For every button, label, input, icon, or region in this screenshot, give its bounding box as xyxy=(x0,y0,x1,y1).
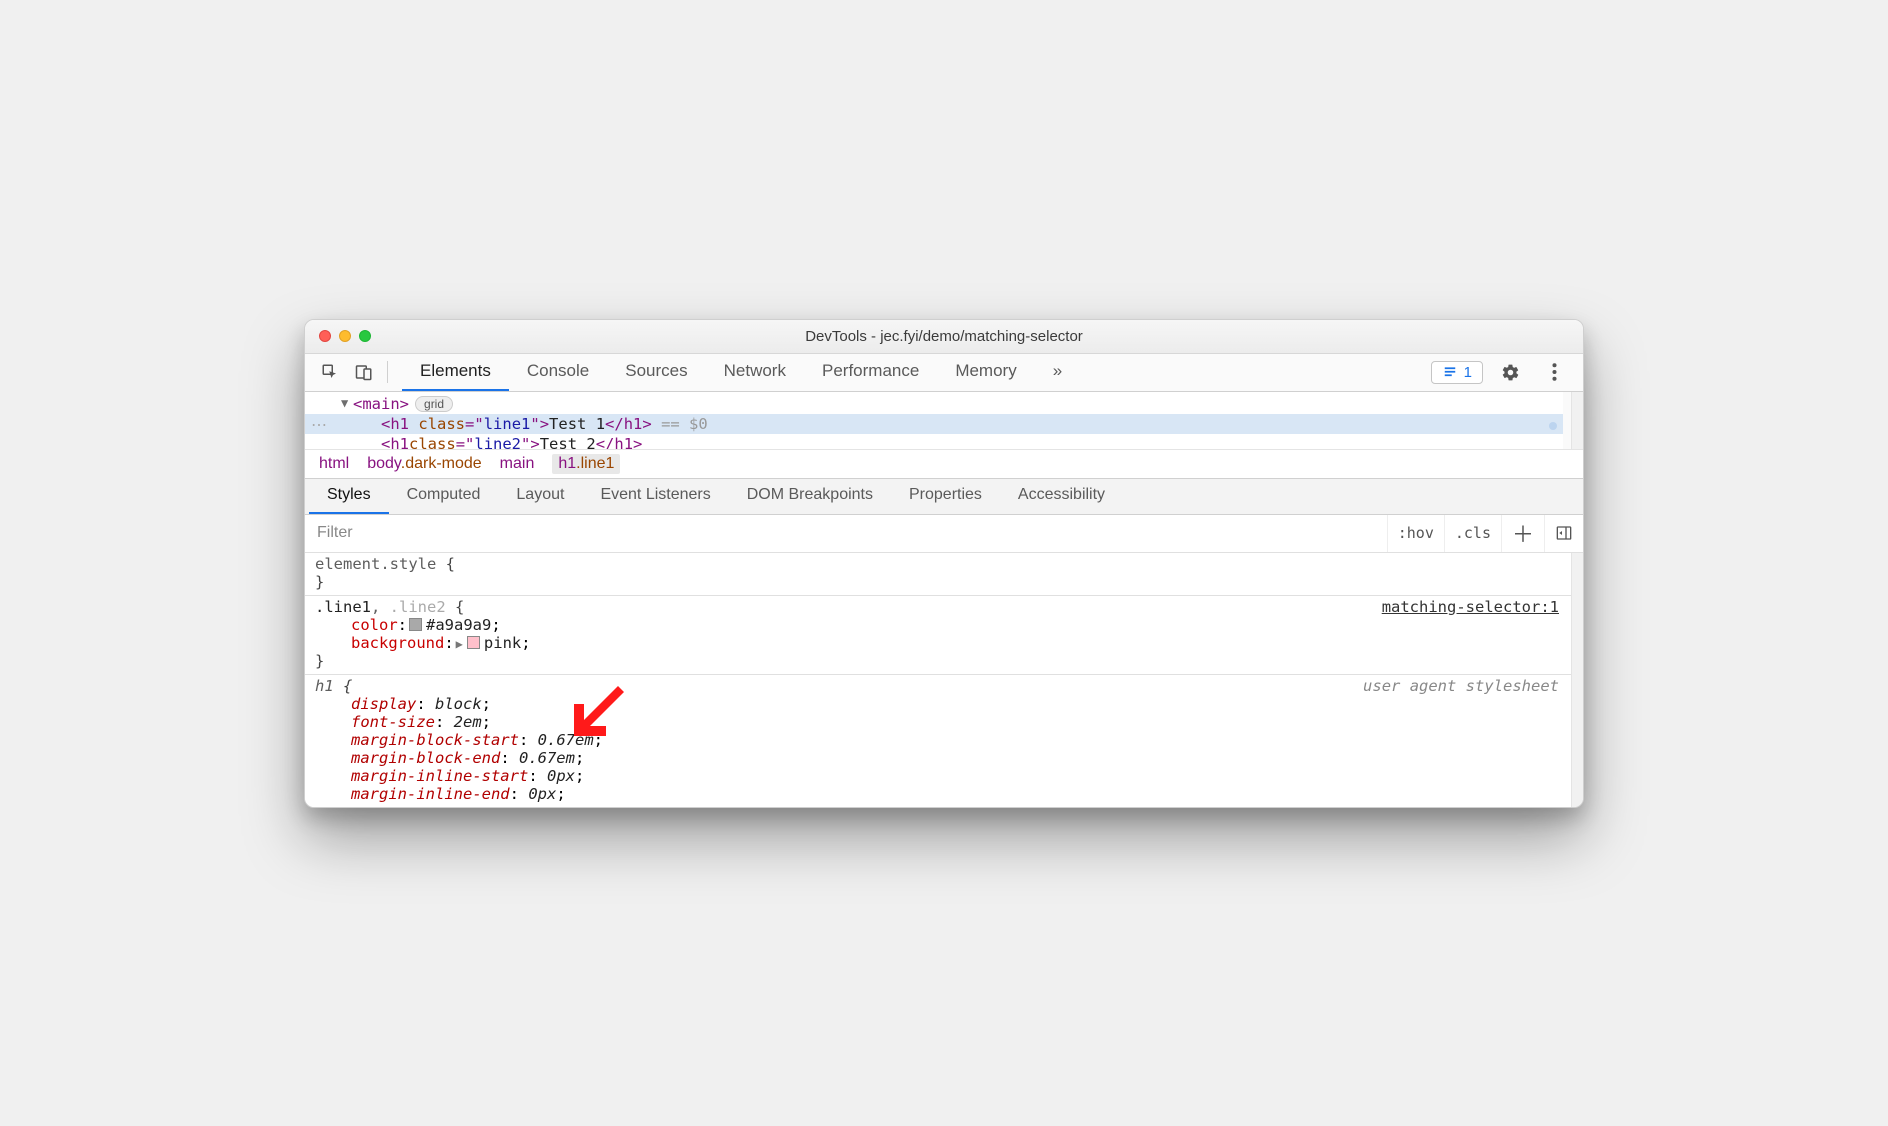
toggle-sidebar-icon[interactable] xyxy=(1544,515,1583,552)
scrollbar-track[interactable] xyxy=(1571,392,1583,449)
dom-node-selected[interactable]: ⋯ <h1 class="line1">Test 1</h1> == $0 xyxy=(305,414,1563,434)
declaration[interactable]: margin-inline-start: 0px; xyxy=(315,767,1561,785)
declaration[interactable]: display: block; xyxy=(315,695,1561,713)
sidebar-tabs: Styles Computed Layout Event Listeners D… xyxy=(305,479,1583,515)
source-link[interactable]: matching-selector:1 xyxy=(1382,598,1559,616)
tab-performance[interactable]: Performance xyxy=(804,354,937,391)
declaration-background[interactable]: background:▶pink; xyxy=(315,634,1561,652)
new-style-rule-icon[interactable]: ＋ xyxy=(1501,515,1544,552)
subtab-event-listeners[interactable]: Event Listeners xyxy=(582,479,728,514)
devtools-window: DevTools - jec.fyi/demo/matching-selecto… xyxy=(304,319,1584,808)
issues-count: 1 xyxy=(1464,364,1472,381)
selection-indicator-icon xyxy=(1549,422,1557,430)
subtab-layout[interactable]: Layout xyxy=(498,479,582,514)
issues-button[interactable]: 1 xyxy=(1431,361,1483,384)
subtab-styles[interactable]: Styles xyxy=(309,479,389,514)
breadcrumb-body[interactable]: body.dark-mode xyxy=(367,455,481,473)
dom-node-next[interactable]: <h1 class="line2">Test 2</h1> xyxy=(305,434,1563,449)
ua-stylesheet-label: user agent stylesheet xyxy=(1363,677,1559,695)
declaration[interactable]: margin-block-start: 0.67em; xyxy=(315,731,1561,749)
color-swatch-icon[interactable] xyxy=(409,618,422,631)
tab-memory[interactable]: Memory xyxy=(937,354,1034,391)
subtab-computed[interactable]: Computed xyxy=(389,479,499,514)
subtab-dom-breakpoints[interactable]: DOM Breakpoints xyxy=(729,479,891,514)
hov-toggle[interactable]: :hov xyxy=(1387,515,1444,552)
color-swatch-icon[interactable] xyxy=(467,636,480,649)
declaration[interactable]: margin-block-end: 0.67em; xyxy=(315,749,1561,767)
tab-network[interactable]: Network xyxy=(706,354,804,391)
declaration[interactable]: font-size: 2em; xyxy=(315,713,1561,731)
kebab-menu-icon[interactable] xyxy=(1539,357,1569,387)
grid-badge[interactable]: grid xyxy=(415,396,453,412)
rule-h1-ua[interactable]: user agent stylesheet h1 { display: bloc… xyxy=(305,675,1571,807)
declaration[interactable]: margin-inline-end: 0px; xyxy=(315,785,1561,803)
window-title: DevTools - jec.fyi/demo/matching-selecto… xyxy=(305,328,1583,345)
inspect-element-icon[interactable] xyxy=(315,357,345,387)
tab-sources[interactable]: Sources xyxy=(607,354,705,391)
device-toolbar-icon[interactable] xyxy=(349,357,379,387)
settings-icon[interactable] xyxy=(1495,357,1525,387)
gutter-ellipsis-icon[interactable]: ⋯ xyxy=(311,415,329,435)
scrollbar-track[interactable] xyxy=(1571,553,1583,807)
cls-toggle[interactable]: .cls xyxy=(1444,515,1501,552)
tab-elements[interactable]: Elements xyxy=(402,354,509,391)
tab-console[interactable]: Console xyxy=(509,354,607,391)
panel-tabs: Elements Console Sources Network Perform… xyxy=(402,354,1431,391)
main-toolbar: Elements Console Sources Network Perform… xyxy=(305,354,1583,392)
breadcrumb-main[interactable]: main xyxy=(500,455,535,473)
titlebar: DevTools - jec.fyi/demo/matching-selecto… xyxy=(305,320,1583,354)
subtab-accessibility[interactable]: Accessibility xyxy=(1000,479,1123,514)
expand-shorthand-icon[interactable]: ▶ xyxy=(456,637,463,651)
subtab-properties[interactable]: Properties xyxy=(891,479,1000,514)
rule-element-style[interactable]: element.style { } xyxy=(305,553,1571,596)
breadcrumb: html body.dark-mode main h1.line1 xyxy=(305,449,1583,479)
styles-pane: element.style { } matching-selector:1 .l… xyxy=(305,553,1571,807)
styles-filter-input[interactable] xyxy=(305,524,1387,542)
declaration-color[interactable]: color:#a9a9a9; xyxy=(315,616,1561,634)
breadcrumb-html[interactable]: html xyxy=(319,455,349,473)
tab-overflow[interactable]: » xyxy=(1035,354,1080,391)
rule-line12[interactable]: matching-selector:1 .line1, .line2 { col… xyxy=(305,596,1571,675)
dom-node-main[interactable]: ▼ <main> grid xyxy=(305,392,1563,414)
breadcrumb-h1[interactable]: h1.line1 xyxy=(552,454,620,474)
dom-tree[interactable]: ▼ <main> grid ⋯ <h1 class="line1">Test 1… xyxy=(305,392,1571,449)
styles-filter-row: :hov .cls ＋ xyxy=(305,515,1583,553)
